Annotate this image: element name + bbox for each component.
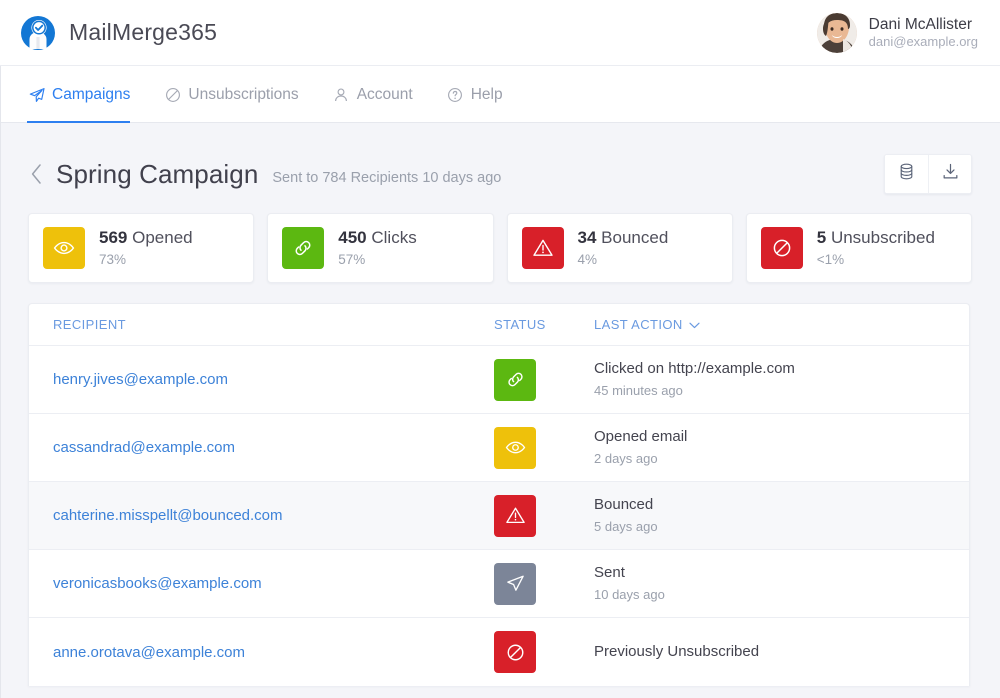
last-action-time: 10 days ago bbox=[594, 587, 665, 603]
stat-text-bounced: 34 Bounced 4% bbox=[578, 227, 669, 269]
stat-card-opened[interactable]: 569 Opened 73% bbox=[28, 213, 255, 283]
recipient-email[interactable]: cahterine.misspellt@bounced.com bbox=[29, 507, 494, 524]
stat-label-clicks: Clicks bbox=[371, 228, 417, 248]
status-badge-warning-triangle-icon[interactable] bbox=[494, 494, 536, 537]
top-bar: MailMerge365 Dani McAllister dani@exampl… bbox=[0, 0, 1000, 66]
database-button[interactable] bbox=[885, 155, 928, 193]
stat-label-unsubscribed: Unsubscribed bbox=[830, 228, 935, 248]
stat-card-bounced[interactable]: 34 Bounced 4% bbox=[506, 213, 733, 283]
stat-card-clicks[interactable]: 450 Clicks 57% bbox=[267, 213, 494, 283]
status-badge-ban-icon[interactable] bbox=[494, 631, 536, 673]
download-icon bbox=[942, 163, 959, 185]
recipient-email[interactable]: anne.orotava@example.com bbox=[29, 644, 494, 661]
question-circle-icon bbox=[447, 87, 464, 104]
nav-label-unsubscriptions: Unsubscriptions bbox=[188, 86, 299, 103]
status-cell bbox=[494, 426, 594, 469]
stat-percent-opened: 73% bbox=[99, 252, 127, 268]
status-badge-link-icon[interactable] bbox=[494, 358, 536, 401]
user-meta: Dani McAllister dani@example.org bbox=[869, 15, 978, 51]
stat-label-bounced: Bounced bbox=[601, 228, 669, 248]
download-button[interactable] bbox=[928, 155, 971, 193]
avatar bbox=[816, 12, 857, 53]
stat-cards: 569 Opened 73% 450 Clicks 57% 34 Bounced… bbox=[0, 197, 1000, 283]
page-title: Spring Campaign bbox=[56, 158, 259, 189]
column-header-status[interactable]: STATUS bbox=[494, 317, 594, 332]
nav-label-help: Help bbox=[470, 86, 503, 103]
last-action-text: Clicked on http://example.com bbox=[594, 360, 795, 378]
status-badge-paper-plane-icon[interactable] bbox=[494, 562, 536, 605]
ban-icon bbox=[760, 227, 803, 269]
stat-percent-bounced: 4% bbox=[577, 252, 598, 268]
column-header-last-action[interactable]: LAST ACTION bbox=[594, 317, 700, 332]
user-menu[interactable]: Dani McAllister dani@example.org bbox=[816, 12, 978, 53]
nav-item-account[interactable]: Account bbox=[333, 66, 429, 122]
status-cell bbox=[494, 358, 594, 401]
last-action-text: Previously Unsubscribed bbox=[594, 642, 760, 660]
user-name: Dani McAllister bbox=[868, 15, 973, 33]
brand-name: MailMerge365 bbox=[69, 19, 218, 45]
chevron-down-icon bbox=[689, 317, 700, 332]
nav-item-campaigns[interactable]: Campaigns bbox=[26, 66, 146, 123]
last-action-text: Sent bbox=[594, 564, 625, 582]
chevron-left-icon[interactable] bbox=[28, 161, 44, 187]
app-root: MailMerge365 Dani McAllister dani@exampl… bbox=[0, 0, 1000, 698]
last-action-cell: Opened email 2 days ago bbox=[594, 427, 687, 468]
table-row[interactable]: henry.jives@example.com Clicked on http:… bbox=[29, 346, 969, 414]
mailmerge-person-check-logo-icon bbox=[20, 15, 56, 51]
page-header: Spring Campaign Sent to 784 Recipients 1… bbox=[0, 123, 1000, 197]
stat-text-unsubscribed: 5 Unsubscribed <1% bbox=[817, 227, 935, 269]
nav-item-unsubscriptions[interactable]: Unsubscriptions bbox=[164, 66, 314, 122]
last-action-text: Opened email bbox=[594, 428, 688, 446]
recipients-table: RECIPIENT STATUS LAST ACTION henry.jives… bbox=[28, 303, 970, 686]
recipient-email[interactable]: veronicasbooks@example.com bbox=[29, 575, 494, 592]
last-action-text: Bounced bbox=[594, 496, 654, 514]
last-action-cell: Previously Unsubscribed bbox=[594, 642, 759, 662]
status-badge-eye-icon[interactable] bbox=[494, 426, 536, 469]
table-row[interactable]: veronicasbooks@example.com Sent 10 days … bbox=[29, 550, 969, 618]
status-cell bbox=[494, 631, 594, 673]
stat-label-opened: Opened bbox=[132, 228, 193, 248]
recipient-email[interactable]: cassandrad@example.com bbox=[29, 439, 494, 456]
column-header-last-action-label: LAST ACTION bbox=[594, 317, 683, 332]
brand[interactable]: MailMerge365 bbox=[20, 15, 217, 51]
stat-value-bounced: 34 bbox=[577, 228, 597, 248]
ban-icon bbox=[164, 87, 181, 104]
table-row[interactable]: cassandrad@example.com Opened email 2 da… bbox=[29, 414, 969, 482]
eye-icon bbox=[43, 227, 85, 269]
column-header-recipient[interactable]: RECIPIENT bbox=[29, 317, 494, 332]
main-nav: Campaigns Unsubscriptions Account Help bbox=[0, 66, 1000, 123]
nav-item-help[interactable]: Help bbox=[447, 66, 519, 122]
stat-card-unsubscribed[interactable]: 5 Unsubscribed <1% bbox=[745, 213, 972, 283]
database-icon bbox=[898, 163, 915, 185]
stat-value-clicks: 450 bbox=[338, 228, 367, 248]
person-icon bbox=[333, 87, 350, 104]
page-header-actions bbox=[884, 154, 972, 194]
stat-text-clicks: 450 Clicks 57% bbox=[338, 227, 416, 269]
stat-percent-unsubscribed: <1% bbox=[816, 252, 845, 268]
paper-plane-icon bbox=[28, 87, 45, 104]
last-action-time: 2 days ago bbox=[594, 451, 658, 467]
stat-value-unsubscribed: 5 bbox=[816, 228, 827, 248]
stat-percent-clicks: 57% bbox=[338, 252, 366, 268]
left-edge-divider bbox=[0, 66, 1, 698]
warning-triangle-icon bbox=[521, 227, 564, 269]
stat-text-opened: 569 Opened 73% bbox=[99, 227, 193, 269]
table-row[interactable]: anne.orotava@example.com Previously Unsu… bbox=[29, 618, 969, 686]
nav-label-campaigns: Campaigns bbox=[52, 86, 131, 103]
user-email: dani@example.org bbox=[868, 34, 978, 50]
recipient-email[interactable]: henry.jives@example.com bbox=[29, 371, 494, 388]
last-action-cell: Sent 10 days ago bbox=[594, 563, 665, 604]
nav-label-account: Account bbox=[356, 86, 413, 103]
table-header-row: RECIPIENT STATUS LAST ACTION bbox=[29, 304, 969, 346]
status-cell bbox=[494, 494, 594, 537]
last-action-cell: Bounced 5 days ago bbox=[594, 495, 658, 536]
last-action-time: 5 days ago bbox=[594, 519, 658, 535]
stat-value-opened: 569 bbox=[99, 228, 128, 248]
status-cell bbox=[494, 562, 594, 605]
page-subtitle: Sent to 784 Recipients 10 days ago bbox=[272, 169, 502, 186]
last-action-time: 45 minutes ago bbox=[594, 383, 683, 399]
last-action-cell: Clicked on http://example.com 45 minutes… bbox=[594, 359, 795, 400]
table-row[interactable]: cahterine.misspellt@bounced.com Bounced … bbox=[29, 482, 969, 550]
link-icon bbox=[282, 227, 325, 269]
